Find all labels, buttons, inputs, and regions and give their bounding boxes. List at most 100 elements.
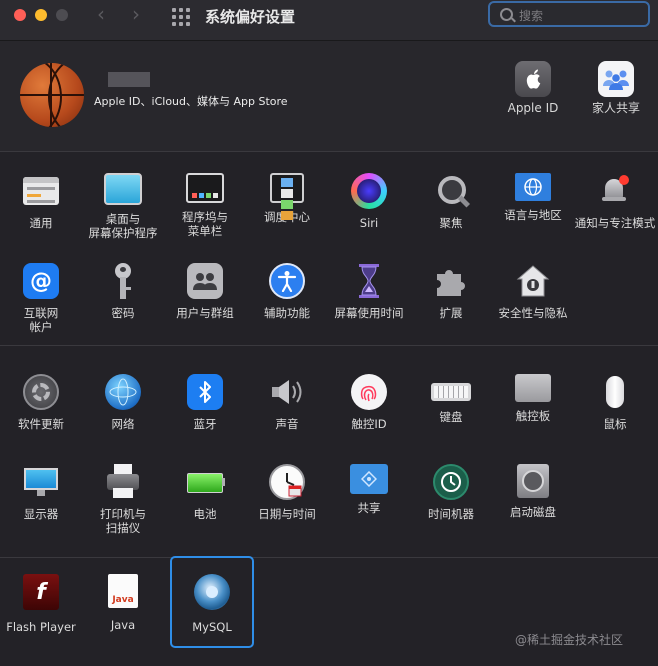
pref-desktop[interactable]: 桌面与 屏幕保护程序 [82, 173, 164, 240]
pref-trackpad[interactable]: 触控板 [492, 374, 574, 423]
internet-accounts-icon: @ [23, 263, 59, 299]
pref-software-update[interactable]: 软件更新 [0, 374, 82, 431]
notifications-icon [597, 173, 633, 209]
pref-accessibility[interactable]: 辅助功能 [246, 263, 328, 320]
fingerprint-icon [351, 374, 387, 410]
search-icon [500, 8, 513, 21]
forward-button[interactable]: › [132, 2, 140, 26]
pref-label: 扩展 [439, 306, 463, 320]
pref-label: 日期与时间 [258, 507, 316, 521]
desktop-icon [104, 173, 142, 205]
pref-general[interactable]: 通用 [0, 173, 82, 230]
zoom-window-button[interactable] [56, 9, 68, 21]
pref-label: 触控板 [515, 409, 551, 423]
key-icon [105, 263, 141, 299]
preferences-section-other: f Flash Player Java Java MySQL [0, 556, 658, 666]
language-icon [515, 173, 551, 201]
pref-label: 聚焦 [439, 216, 463, 230]
pref-label: 网络 [111, 417, 135, 431]
gear-icon [23, 374, 59, 410]
pref-label: 电池 [193, 507, 217, 521]
bluetooth-icon [187, 374, 223, 410]
preferences-section-personal: 通用 桌面与 屏幕保护程序 程序坞与 菜单栏 调度中心 Siri 聚焦 [0, 152, 658, 346]
pref-printers[interactable]: 打印机与 扫描仪 [82, 464, 164, 535]
pref-time-machine[interactable]: 时间机器 [410, 464, 492, 521]
pref-label: 桌面与 屏幕保护程序 [88, 212, 158, 240]
pref-sound[interactable]: 声音 [246, 374, 328, 431]
pref-label: 程序坞与 菜单栏 [182, 210, 228, 238]
pref-sharing[interactable]: 共享 [328, 464, 410, 515]
search-input[interactable]: 搜索 [488, 1, 650, 27]
pref-label: 安全性与隐私 [498, 306, 568, 320]
family-sharing-item[interactable]: 家人共享 [576, 61, 656, 115]
pref-label: 鼠标 [603, 417, 627, 431]
network-icon [105, 374, 141, 410]
family-sharing-label: 家人共享 [591, 101, 640, 115]
sharing-folder-icon [350, 464, 388, 494]
back-button[interactable]: ‹ [97, 2, 105, 26]
pref-label: 打印机与 扫描仪 [100, 507, 146, 535]
pref-label: 用户与群组 [176, 306, 234, 320]
pref-label: Java [110, 618, 136, 632]
pref-users[interactable]: 用户与群组 [164, 263, 246, 320]
pref-mouse[interactable]: 鼠标 [574, 374, 656, 431]
show-all-grid-icon[interactable] [172, 8, 190, 26]
pref-mission-control[interactable]: 调度中心 [246, 173, 328, 224]
search-placeholder: 搜索 [519, 9, 544, 23]
account-name-redacted [108, 72, 150, 87]
minimize-window-button[interactable] [35, 9, 47, 21]
family-sharing-icon [598, 61, 634, 97]
mission-control-icon [270, 173, 304, 220]
disk-icon [517, 464, 549, 498]
flash-icon: f [23, 574, 59, 610]
pref-extensions[interactable]: 扩展 [410, 263, 492, 320]
pref-label: 触控ID [351, 417, 387, 431]
display-icon [23, 464, 59, 500]
pref-label: 启动磁盘 [510, 505, 556, 519]
pref-language[interactable]: 语言与地区 [492, 173, 574, 222]
avatar[interactable] [20, 63, 84, 127]
security-icon [515, 263, 551, 299]
pref-spotlight[interactable]: 聚焦 [410, 173, 492, 230]
pref-siri[interactable]: Siri [328, 173, 410, 230]
pref-displays[interactable]: 显示器 [0, 464, 82, 521]
apple-id-label: Apple ID [507, 101, 559, 115]
preferences-section-hardware: 软件更新 网络 蓝牙 声音 触控ID 键盘 触控板 鼠标 显示器 打印机与 扫描… [0, 346, 658, 558]
pref-touch-id[interactable]: 触控ID [328, 374, 410, 431]
pref-flash-player[interactable]: f Flash Player [0, 574, 82, 634]
speaker-icon [269, 374, 305, 410]
apple-id-item[interactable]: Apple ID [493, 61, 573, 115]
pref-network[interactable]: 网络 [82, 374, 164, 431]
title-bar: ‹ › 系统偏好设置 搜索 [0, 0, 658, 41]
mysql-icon [194, 574, 230, 610]
pref-battery[interactable]: 电池 [164, 464, 246, 521]
pref-security[interactable]: 安全性与隐私 [492, 263, 574, 320]
pref-date-time[interactable]: 日期与时间 [246, 464, 328, 521]
pref-dock[interactable]: 程序坞与 菜单栏 [164, 173, 246, 238]
pref-label: 语言与地区 [504, 208, 562, 222]
close-window-button[interactable] [14, 9, 26, 21]
keyboard-icon [431, 383, 471, 401]
pref-notifications[interactable]: 通知与专注模式 [574, 173, 656, 230]
pref-internet-accounts[interactable]: @ 互联网 帐户 [0, 263, 82, 334]
dock-icon [186, 173, 224, 203]
pref-label: 屏幕使用时间 [334, 306, 404, 320]
watermark: @稀土掘金技术社区 [515, 633, 624, 647]
pref-label: Siri [359, 216, 379, 230]
hourglass-icon [351, 263, 387, 299]
pref-label: 互联网 帐户 [23, 306, 59, 334]
pref-label: 密码 [111, 306, 135, 320]
pref-mysql[interactable]: MySQL [171, 574, 253, 634]
pref-java[interactable]: Java Java [82, 574, 164, 632]
pref-bluetooth[interactable]: 蓝牙 [164, 374, 246, 431]
clock-icon [269, 464, 305, 500]
pref-keyboard[interactable]: 键盘 [410, 374, 492, 424]
trackpad-icon [515, 374, 551, 402]
account-label[interactable]: Apple ID、iCloud、媒体与 App Store [94, 93, 288, 109]
printer-icon [105, 464, 141, 500]
pref-passwords[interactable]: 密码 [82, 263, 164, 320]
pref-label: 时间机器 [428, 507, 474, 521]
account-section: Apple ID、iCloud、媒体与 App Store Apple ID 家… [0, 41, 658, 152]
pref-screen-time[interactable]: 屏幕使用时间 [328, 263, 410, 320]
pref-startup-disk[interactable]: 启动磁盘 [492, 464, 574, 519]
